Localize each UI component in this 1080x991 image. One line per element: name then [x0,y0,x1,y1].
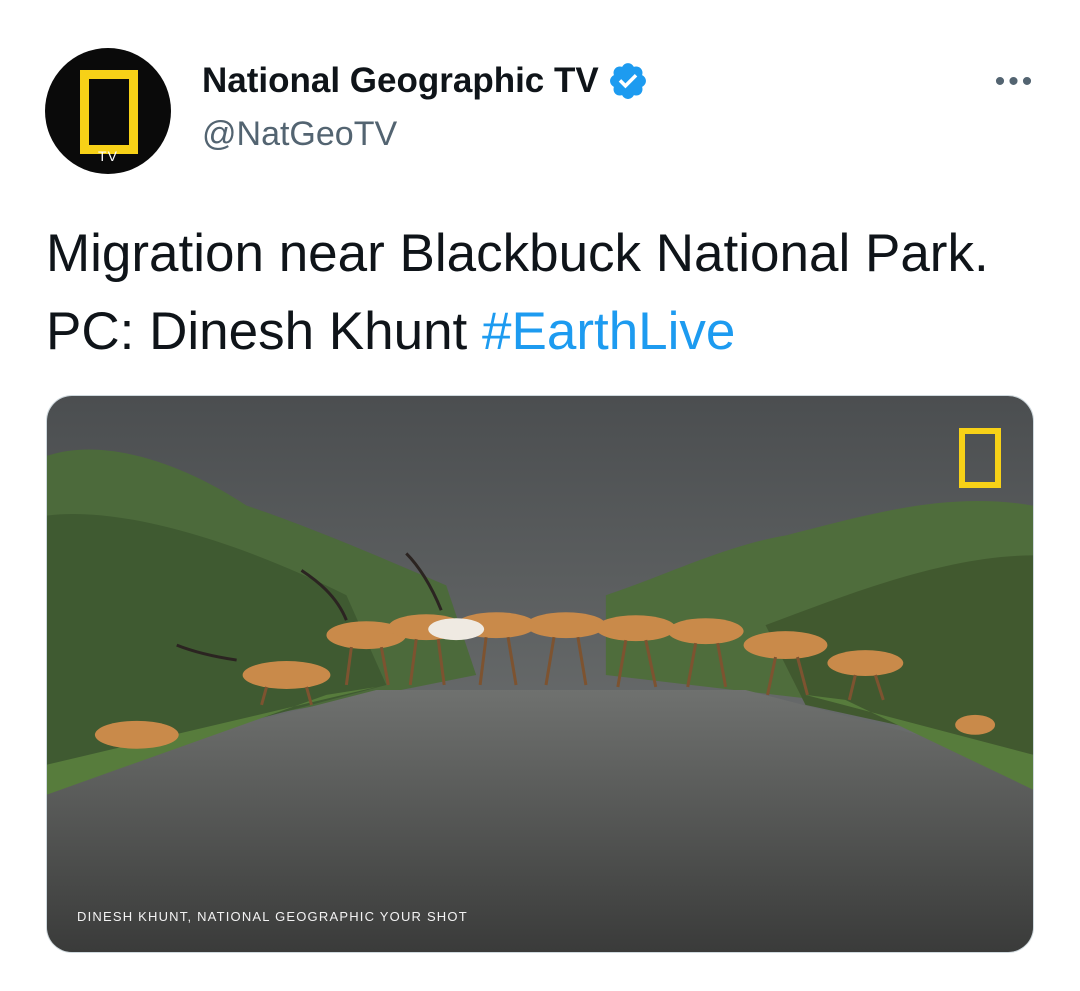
user-name-row: National Geographic TV [202,60,649,102]
tweet-photo[interactable]: DINESH KHUNT, NATIONAL GEOGRAPHIC YOUR S… [46,395,1034,953]
more-options-icon[interactable]: ••• [980,62,1050,102]
hashtag-link[interactable]: #EarthLive [482,302,735,361]
avatar[interactable]: TV [45,48,171,174]
verified-badge-icon [609,63,646,99]
natgeo-watermark-icon [959,428,1001,488]
photo-illustration [47,396,1033,952]
photo-credit-caption: DINESH KHUNT, NATIONAL GEOGRAPHIC YOUR S… [77,909,468,924]
tweet-text: Migration near Blackbuck National Park. … [46,215,1046,371]
display-name[interactable]: National Geographic TV [202,61,599,101]
user-handle[interactable]: @NatGeoTV [202,115,397,154]
natgeo-logo-icon [80,70,138,154]
avatar-label: TV [98,148,118,164]
